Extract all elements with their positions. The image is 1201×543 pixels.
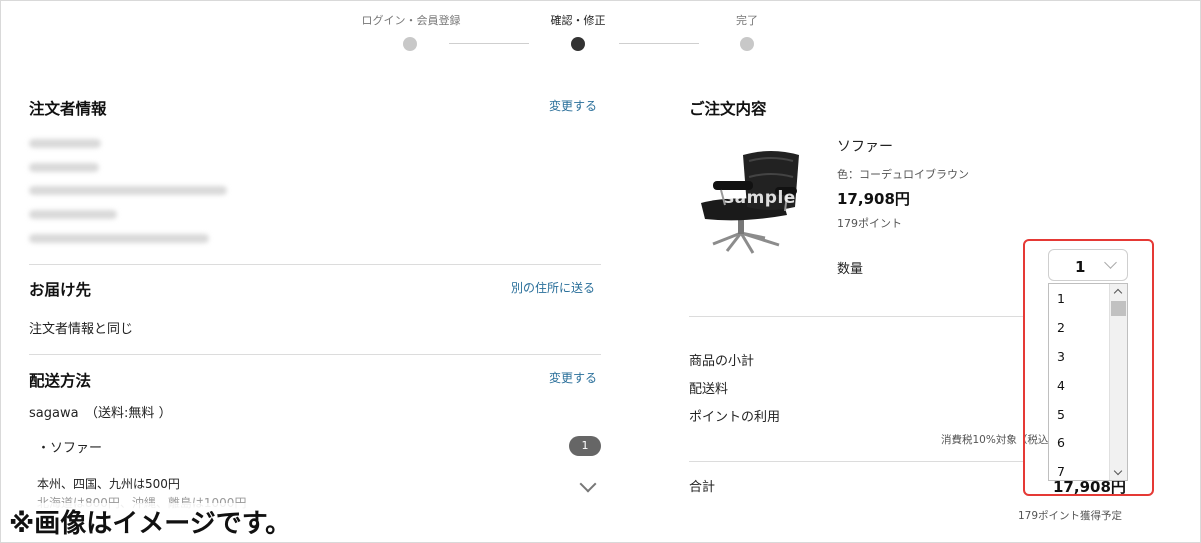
image-disclaimer: ※画像はイメージです。: [5, 503, 296, 540]
step-connector: [619, 43, 699, 44]
points-earn-note: 179ポイント獲得予定: [1018, 510, 1123, 522]
shipping-method-value: sagawa （送料:無料 ）: [29, 406, 172, 421]
blurred-phone: [29, 210, 117, 219]
product-name: ソファー: [837, 139, 893, 155]
step-label-login: ログイン・会員登録: [361, 14, 461, 27]
divider: [689, 316, 1024, 317]
product-image: sample: [691, 141, 813, 256]
highlight-box: [1023, 239, 1154, 496]
subtotal-label: 商品の小計: [689, 354, 755, 369]
blurred-address: [29, 186, 227, 195]
quantity-label: 数量: [837, 262, 864, 277]
sample-watermark: sample: [724, 188, 796, 208]
orderer-info-title: 注文者情報: [29, 100, 107, 118]
divider: [689, 461, 1024, 462]
orderer-change-link[interactable]: 変更する: [549, 97, 597, 114]
shipping-item-name: ・ソファー: [37, 441, 103, 456]
product-price: 17,908円: [837, 190, 910, 208]
divider: [29, 354, 601, 355]
step-dot-confirm: [571, 37, 585, 51]
delivery-title: お届け先: [29, 281, 92, 299]
chevron-down-icon[interactable]: [579, 475, 597, 493]
product-color: 色：コーデュロイブラウン: [837, 168, 969, 181]
step-label-confirm: 確認・修正: [550, 14, 606, 27]
shipping-change-link[interactable]: 変更する: [549, 369, 597, 386]
item-count-badge: 1: [569, 436, 601, 456]
total-label: 合計: [689, 480, 716, 495]
delivery-address-value: 注文者情報と同じ: [29, 322, 134, 337]
blurred-postal-code: [29, 163, 99, 172]
points-use-label: ポイントの利用: [689, 410, 781, 425]
blurred-name: [29, 139, 101, 148]
order-contents-title: ご注文内容: [689, 100, 767, 118]
blurred-email: [29, 234, 209, 243]
step-connector: [449, 43, 529, 44]
shipping-fee-label: 配送料: [689, 382, 729, 397]
step-label-complete: 完了: [736, 14, 758, 27]
shipping-method-title: 配送方法: [29, 372, 92, 390]
product-points: 179ポイント: [837, 217, 902, 230]
divider: [29, 264, 601, 265]
step-dot-complete: [740, 37, 754, 51]
shipping-fee-note: 本州、四国、九州は500円: [37, 477, 180, 491]
send-to-another-address-link[interactable]: 別の住所に送る: [511, 279, 595, 296]
step-dot-login: [403, 37, 417, 51]
